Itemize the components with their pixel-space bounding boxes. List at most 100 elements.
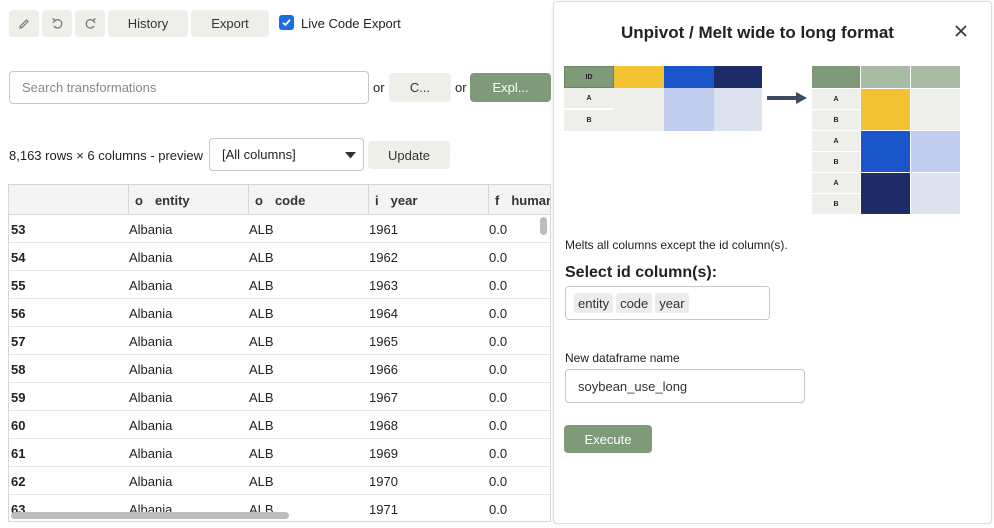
search-placeholder: Search transformations: [22, 80, 157, 95]
table-cell: 1964: [369, 305, 398, 321]
table-cell: ALB: [249, 445, 274, 461]
arrow-right-icon: [767, 92, 807, 104]
table-cell: 0.0: [489, 333, 508, 349]
column-select-value: [All columns]: [222, 147, 296, 162]
column-name: code: [274, 192, 306, 208]
table-cell: ALB: [249, 417, 274, 433]
row-b-label: B: [812, 110, 860, 130]
id-column-chip[interactable]: entity: [574, 293, 614, 313]
table-cell: Albania: [129, 389, 173, 405]
table-row[interactable]: 56 Albania ALB 1964 0.0: [9, 299, 550, 327]
or-text: or: [373, 80, 385, 95]
table-cell: ALB: [249, 249, 274, 265]
id-label: ID: [585, 73, 593, 81]
horizontal-scrollbar[interactable]: [9, 510, 550, 521]
table-cell: 1965: [369, 333, 398, 349]
table-row[interactable]: 60 Albania ALB 1968 0.0: [9, 411, 550, 439]
table-cell: ALB: [249, 305, 274, 321]
table-cell: ALB: [249, 221, 274, 237]
column-header-code[interactable]: o code: [249, 185, 369, 215]
column-header-year[interactable]: i year: [369, 185, 489, 215]
table-row[interactable]: 59 Albania ALB 1967 0.0: [9, 383, 550, 411]
table-cell: 0.0: [489, 305, 508, 321]
execute-button[interactable]: Execute: [564, 425, 652, 453]
edit-button[interactable]: [9, 10, 39, 37]
row-index: 54: [11, 249, 26, 265]
table-row[interactable]: 55 Albania ALB 1963 0.0: [9, 271, 550, 299]
caret-down-icon: [345, 152, 356, 159]
panel-title: Unpivot / Melt wide to long format: [621, 23, 894, 42]
table-cell: 1961: [369, 221, 398, 237]
table-cell: 0.0: [489, 417, 508, 433]
table-cell: Albania: [129, 445, 173, 461]
row-b-label: B: [812, 152, 860, 172]
column-header-index[interactable]: [9, 185, 129, 215]
column-type: o: [255, 192, 263, 208]
table-cell: 0.0: [489, 361, 508, 377]
row-index: 55: [11, 277, 26, 293]
close-icon: [955, 25, 967, 37]
row-index: 56: [11, 305, 26, 321]
table-cell: ALB: [249, 277, 274, 293]
horizontal-scrollbar-thumb[interactable]: [11, 512, 289, 519]
row-index: 62: [11, 473, 26, 489]
update-button[interactable]: Update: [368, 141, 450, 169]
row-index: 53: [11, 221, 26, 237]
redo-button[interactable]: [75, 10, 105, 37]
redo-icon: [85, 17, 96, 29]
column-type: o: [135, 192, 143, 208]
id-columns-heading: Select id column(s):: [565, 264, 718, 281]
table-header: o entity o code i year f human: [9, 185, 550, 215]
column-type: f: [495, 192, 500, 208]
dataframe-name-value: soybean_use_long: [578, 378, 688, 394]
table-cell: Albania: [129, 333, 173, 349]
row-a-label: A: [812, 173, 860, 193]
dataframe-name-input[interactable]: soybean_use_long: [565, 369, 805, 403]
export-button[interactable]: Export: [191, 10, 269, 37]
row-b-label: B: [812, 194, 860, 214]
table-row[interactable]: 57 Albania ALB 1965 0.0: [9, 327, 550, 355]
table-cell: 1970: [369, 473, 398, 489]
panel-description: Melts all columns except the id column(s…: [565, 238, 788, 252]
table-row[interactable]: 54 Albania ALB 1962 0.0: [9, 243, 550, 271]
row-a-label: A: [812, 89, 860, 109]
long-table-illustration: A B A B A B: [812, 66, 962, 218]
row-index: 58: [11, 361, 26, 377]
column-select[interactable]: [All columns]: [209, 138, 364, 171]
table-row[interactable]: 62 Albania ALB 1970 0.0: [9, 467, 550, 495]
vertical-scrollbar-thumb[interactable]: [540, 217, 547, 235]
unpivot-panel: Unpivot / Melt wide to long format ID A …: [553, 1, 992, 524]
table-cell: 0.0: [489, 473, 508, 489]
column-header-human[interactable]: f human: [489, 185, 551, 215]
history-button[interactable]: History: [108, 10, 188, 37]
vertical-scrollbar[interactable]: [539, 215, 549, 515]
id-column-chip[interactable]: year: [655, 293, 689, 313]
table-row[interactable]: 58 Albania ALB 1966 0.0: [9, 355, 550, 383]
row-b-label: B: [586, 117, 592, 124]
table-cell: 1962: [369, 249, 398, 265]
live-code-export-label: Live Code Export: [301, 16, 401, 31]
id-columns-select[interactable]: entity code year: [565, 286, 770, 320]
column-header-entity[interactable]: o entity: [129, 185, 249, 215]
close-button[interactable]: [954, 24, 972, 42]
c-button[interactable]: C...: [389, 73, 451, 102]
row-count-summary: 8,163 rows × 6 columns - preview: [9, 148, 204, 163]
undo-button[interactable]: [42, 10, 72, 37]
table-cell: 1967: [369, 389, 398, 405]
table-row[interactable]: 61 Albania ALB 1969 0.0: [9, 439, 550, 467]
live-code-export-checkbox[interactable]: [279, 15, 294, 30]
search-input[interactable]: Search transformations: [9, 71, 369, 104]
row-a-label: A: [812, 131, 860, 151]
table-cell: Albania: [129, 249, 173, 265]
undo-icon: [51, 17, 62, 29]
explore-button[interactable]: Expl...: [470, 73, 551, 102]
data-table: o entity o code i year f human 53 Albania…: [8, 184, 551, 522]
table-cell: ALB: [249, 361, 274, 377]
table-row[interactable]: 53 Albania ALB 1961 0.0: [9, 215, 550, 243]
checkmark-icon: [282, 19, 291, 27]
table-cell: Albania: [129, 221, 173, 237]
column-name: human: [511, 192, 551, 208]
id-column-chip[interactable]: code: [616, 293, 653, 313]
row-index: 60: [11, 417, 26, 433]
table-cell: Albania: [129, 417, 173, 433]
